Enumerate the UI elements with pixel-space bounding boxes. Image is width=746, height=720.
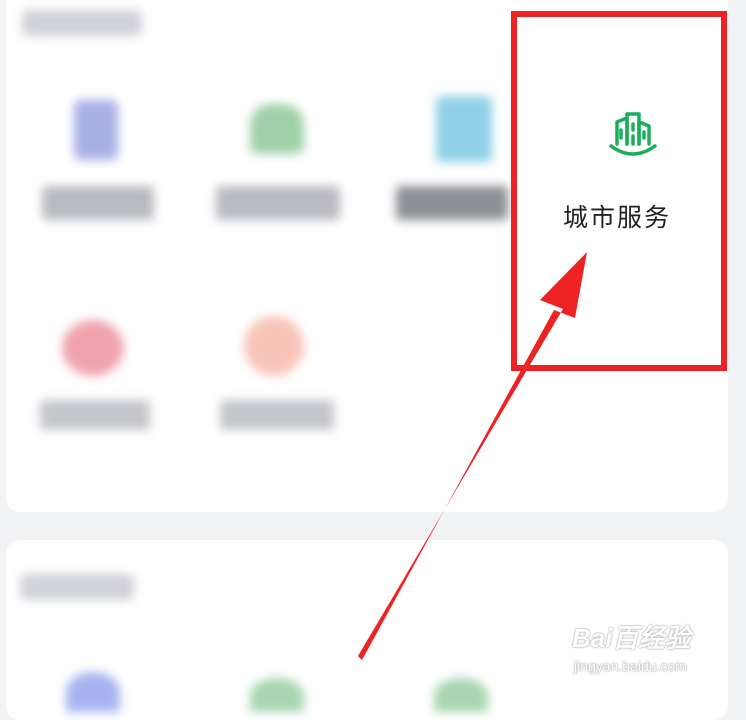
- baidu-jingyan-watermark: Bai百经验 jingyan.baidu.com: [572, 616, 722, 686]
- watermark-url: jingyan.baidu.com: [574, 658, 687, 674]
- annotation-arrow: [358, 252, 587, 660]
- watermark-logo: Bai百经验: [572, 623, 691, 653]
